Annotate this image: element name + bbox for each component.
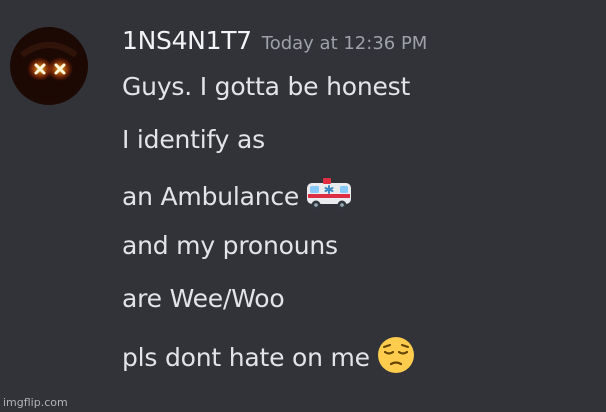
message-text: Guys. I gotta be honest: [122, 72, 411, 101]
chat-screenshot: 1NS4N1T7 Today at 12:36 PM Guys. I gotta …: [0, 0, 606, 412]
message-text: I identify as: [122, 125, 265, 154]
message-text: an Ambulance: [122, 182, 300, 211]
username[interactable]: 1NS4N1T7: [122, 26, 252, 55]
timestamp[interactable]: Today at 12:36 PM: [262, 33, 428, 54]
message-text: and my pronouns: [122, 231, 338, 260]
avatar-image: [13, 31, 85, 103]
pensive-face-emoji: [376, 335, 416, 383]
ambulance-emoji: [305, 177, 353, 219]
message-text: pls dont hate on me: [122, 343, 370, 372]
watermark: imgflip.com: [3, 396, 68, 409]
message-line: Guys. I gotta be honest: [122, 71, 410, 103]
message-line: pls dont hate on me: [122, 335, 416, 383]
message-header: 1NS4N1T7 Today at 12:36 PM: [122, 26, 427, 62]
message-line: I identify as: [122, 124, 265, 156]
message-line: are Wee/Woo: [122, 283, 285, 315]
message-line: an Ambulance: [122, 177, 353, 219]
message-text: are Wee/Woo: [122, 284, 285, 313]
message-line: and my pronouns: [122, 230, 338, 262]
user-avatar[interactable]: [10, 27, 88, 105]
